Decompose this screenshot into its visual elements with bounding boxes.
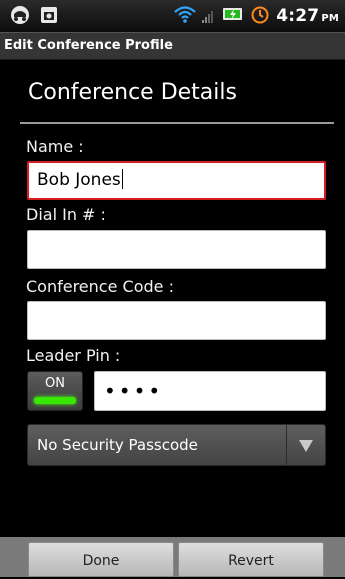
toggle-label: ON <box>45 376 65 391</box>
leader-pin-toggle[interactable]: ON <box>27 371 83 411</box>
text-caret <box>121 169 123 189</box>
name-value: Bob Jones <box>37 170 121 190</box>
dial-in-input[interactable] <box>27 230 326 269</box>
section-divider <box>20 122 334 124</box>
section-header: Conference Details <box>28 80 237 105</box>
name-label: Name : <box>26 137 84 156</box>
dropdown-value: No Security Passcode <box>37 436 198 454</box>
time-ampm: PM <box>321 13 339 24</box>
dropdown-separator <box>286 425 287 465</box>
leader-pin-input[interactable]: •••• <box>94 371 326 411</box>
car-icon <box>8 5 32 29</box>
conference-code-input[interactable] <box>27 301 326 340</box>
status-time: 4:27 PM <box>276 6 339 26</box>
alarm-icon <box>250 4 270 28</box>
revert-button[interactable]: Revert <box>178 542 324 577</box>
button-bar: Done Revert <box>0 537 345 577</box>
signal-icon <box>202 4 216 28</box>
conference-code-label: Conference Code : <box>26 277 174 296</box>
name-input[interactable]: Bob Jones <box>27 161 326 200</box>
chevron-down-icon <box>298 438 314 452</box>
photo-notification-icon <box>40 5 58 29</box>
status-bar: 4:27 PM <box>0 0 345 32</box>
done-button[interactable]: Done <box>28 542 174 577</box>
security-passcode-dropdown[interactable]: No Security Passcode <box>27 424 326 466</box>
time-value: 4:27 <box>276 6 320 26</box>
title-bar: Edit Conference Profile <box>0 32 345 60</box>
app-title: Edit Conference Profile <box>4 38 173 53</box>
leader-pin-label: Leader Pin : <box>26 346 121 365</box>
dial-in-label: Dial In # : <box>26 205 106 224</box>
toggle-indicator <box>34 397 76 404</box>
wifi-icon <box>174 4 196 28</box>
battery-charging-icon <box>222 4 244 28</box>
